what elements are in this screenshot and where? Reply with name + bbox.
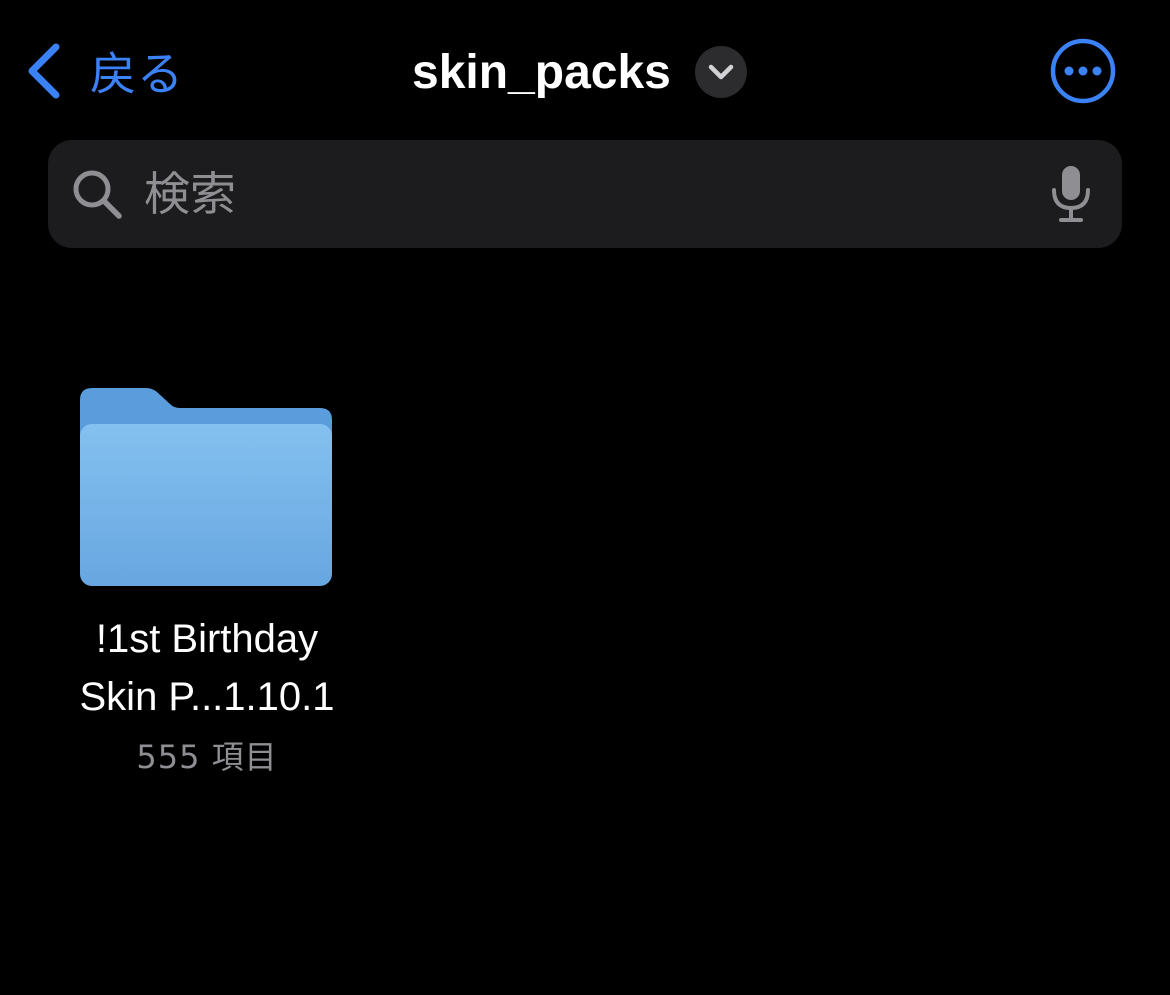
title-menu-button[interactable]	[694, 46, 747, 98]
chevron-down-icon	[708, 64, 734, 80]
search-bar	[48, 140, 1122, 248]
folder-item-count: 555 項目	[136, 738, 278, 776]
search-input[interactable]	[144, 158, 1024, 230]
navigation-bar: 戻る skin_packs	[0, 0, 1170, 140]
ellipsis-circle-icon[interactable]	[1050, 38, 1116, 104]
back-button[interactable]: 戻る	[24, 38, 184, 104]
chevron-left-icon	[28, 43, 60, 99]
folder-name-line-1: !1st Birthday	[95, 617, 319, 661]
back-label: 戻る	[90, 47, 184, 101]
folder-title-menu[interactable]: skin_packs	[412, 42, 747, 102]
page-title: skin_packs	[412, 45, 671, 99]
microphone-icon[interactable]	[1048, 164, 1094, 224]
folder-icon	[80, 388, 332, 586]
folder-name: !1st Birthday Skin P...1.10.1	[60, 610, 354, 726]
magnifying-glass-icon	[73, 170, 122, 219]
folder-name-line-2: Skin P...1.10.1	[79, 675, 335, 719]
